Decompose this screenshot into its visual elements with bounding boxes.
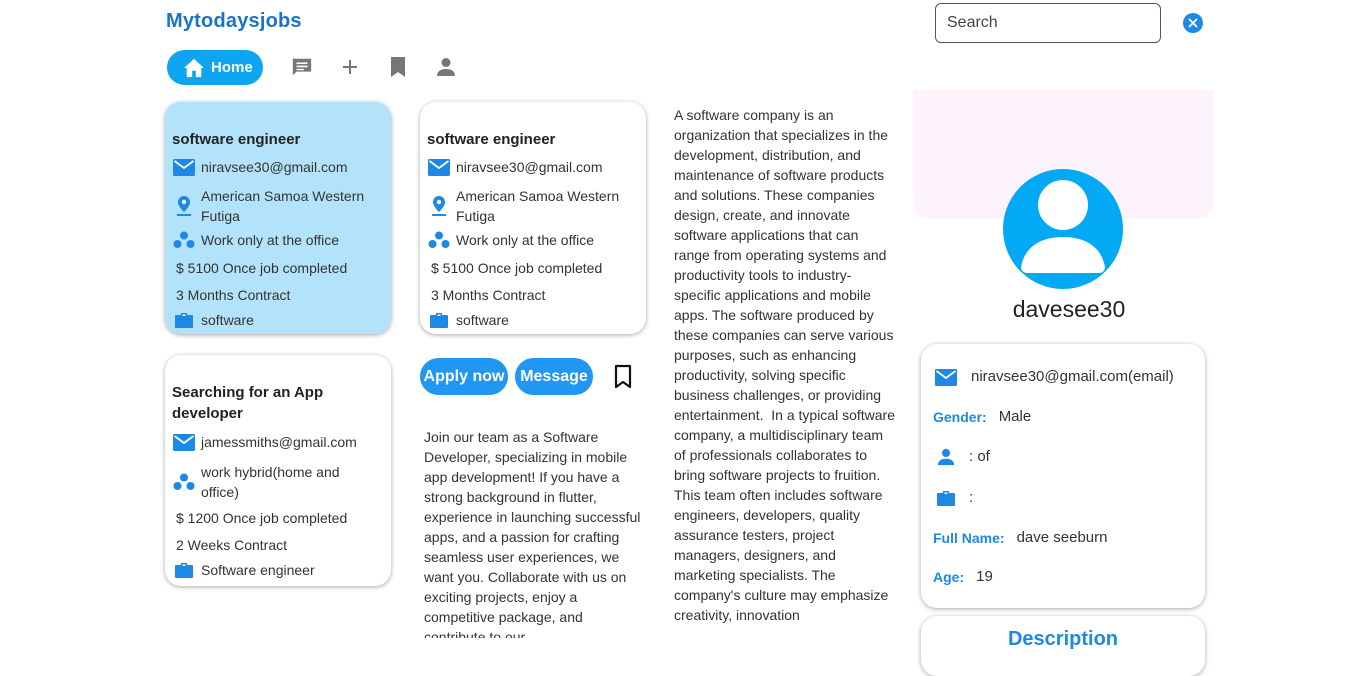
group-icon: [173, 229, 195, 251]
job-pay: $ 5100 Once job completed: [431, 260, 603, 276]
job-card-selected[interactable]: software engineer niravsee30@gmail.com A…: [165, 102, 391, 334]
plus-icon: [343, 60, 357, 74]
clear-search-button[interactable]: [1183, 13, 1203, 33]
nav-home-label: Home: [211, 59, 253, 76]
job-work-mode: Work only at the office: [456, 232, 594, 248]
profile-age: 19: [976, 568, 993, 585]
job-title: software engineer: [427, 131, 556, 148]
fullname-label: Full Name:: [933, 530, 1005, 546]
job-card[interactable]: software engineer niravsee30@gmail.com A…: [420, 102, 646, 334]
job-email: niravsee30@gmail.com: [201, 159, 348, 175]
bookmark-icon: [391, 57, 405, 77]
profile-gender: Male: [998, 408, 1032, 425]
job-location: American Samoa Western Futiga: [456, 188, 620, 224]
home-icon: [184, 58, 204, 77]
nav-profile-tab[interactable]: [434, 55, 458, 79]
profile-fullname: dave seeburn: [1016, 529, 1108, 546]
briefcase-icon: [173, 559, 195, 581]
apply-now-button[interactable]: Apply now: [420, 358, 508, 395]
location-icon: [173, 195, 195, 217]
description-title: Description: [1007, 628, 1119, 650]
message-button[interactable]: Message: [515, 358, 593, 395]
job-pay: $ 1200 Once job completed: [176, 510, 348, 526]
job-duration: 3 Months Contract: [176, 287, 291, 303]
nav-add-tab[interactable]: [338, 55, 362, 79]
job-duration: 2 Weeks Contract: [176, 537, 288, 553]
mail-icon: [428, 156, 450, 178]
mail-icon: [173, 431, 195, 453]
avatar[interactable]: [1003, 169, 1123, 289]
job-email: niravsee30@gmail.com: [456, 159, 603, 175]
profile-username: davesee30: [1012, 296, 1126, 322]
mail-icon: [935, 366, 957, 388]
profile-job: :: [969, 489, 974, 506]
bookmark-outline-icon: [614, 364, 632, 389]
age-label: Age:: [933, 569, 965, 585]
job-title: Searching for an App developer: [172, 384, 324, 422]
chat-icon: [292, 58, 312, 76]
job-work-mode: work hybrid(home and office): [201, 464, 340, 500]
job-description: Join our team as a Software Developer, s…: [424, 429, 641, 638]
job-card[interactable]: Searching for an App developer jamessmit…: [165, 355, 391, 586]
job-title: software engineer: [172, 131, 301, 148]
person-icon: [935, 446, 957, 468]
bookmark-button[interactable]: [612, 364, 634, 390]
briefcase-icon: [173, 309, 195, 331]
nav-home-tab[interactable]: Home: [167, 50, 263, 85]
briefcase-icon: [935, 487, 957, 509]
location-icon: [428, 195, 450, 217]
group-icon: [173, 471, 195, 493]
job-work-mode: Work only at the office: [201, 232, 339, 248]
person-icon: [437, 58, 455, 76]
profile-info-card: niravsee30@gmail.com(email) Gender: Male…: [921, 344, 1205, 608]
mail-icon: [173, 156, 195, 178]
job-pay: $ 5100 Once job completed: [176, 260, 348, 276]
description-card: Description: [921, 616, 1205, 676]
profile-email: niravsee30@gmail.com(email): [971, 368, 1174, 385]
job-email: jamessmiths@gmail.com: [201, 434, 357, 450]
gender-label: Gender:: [933, 409, 987, 425]
close-icon: [1188, 18, 1198, 28]
briefcase-icon: [428, 309, 450, 331]
app-logo[interactable]: Mytodaysjobs: [166, 10, 302, 33]
person-icon: [1021, 180, 1105, 273]
group-icon: [428, 229, 450, 251]
nav-saved-tab[interactable]: [386, 55, 410, 79]
job-category: software: [201, 312, 254, 328]
company-description: A software company is an organization th…: [674, 107, 895, 623]
profile-role: : of: [969, 448, 990, 465]
job-duration: 3 Months Contract: [431, 287, 546, 303]
search-input[interactable]: [935, 3, 1161, 43]
job-category: Software engineer: [201, 562, 315, 578]
job-location: American Samoa Western Futiga: [201, 188, 365, 224]
job-category: software: [456, 312, 509, 328]
nav-messages-tab[interactable]: [290, 55, 314, 79]
